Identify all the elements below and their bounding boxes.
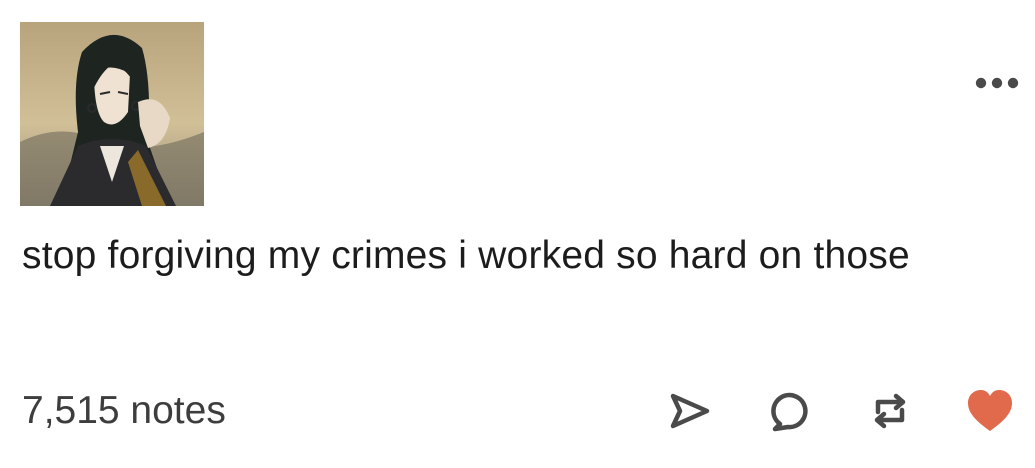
like-button[interactable] [961, 385, 1019, 437]
avatar-image [20, 22, 204, 206]
more-options-button[interactable] [969, 68, 1025, 98]
speech-bubble-icon [771, 392, 808, 432]
share-arrow-icon [670, 393, 710, 429]
post-body-text: stop forgiving my crimes i worked so har… [22, 234, 910, 277]
notes-count[interactable]: 7,515 notes [22, 386, 226, 436]
share-button[interactable] [661, 385, 719, 437]
post-card: stop forgiving my crimes i worked so har… [0, 0, 1035, 468]
heart-icon [968, 390, 1012, 431]
reply-button[interactable] [761, 385, 819, 437]
reblog-button[interactable] [861, 385, 919, 437]
reblog-icon [874, 393, 906, 429]
avatar[interactable] [20, 22, 204, 206]
more-horizontal-icon [975, 77, 1019, 89]
post-actions [661, 385, 1019, 437]
